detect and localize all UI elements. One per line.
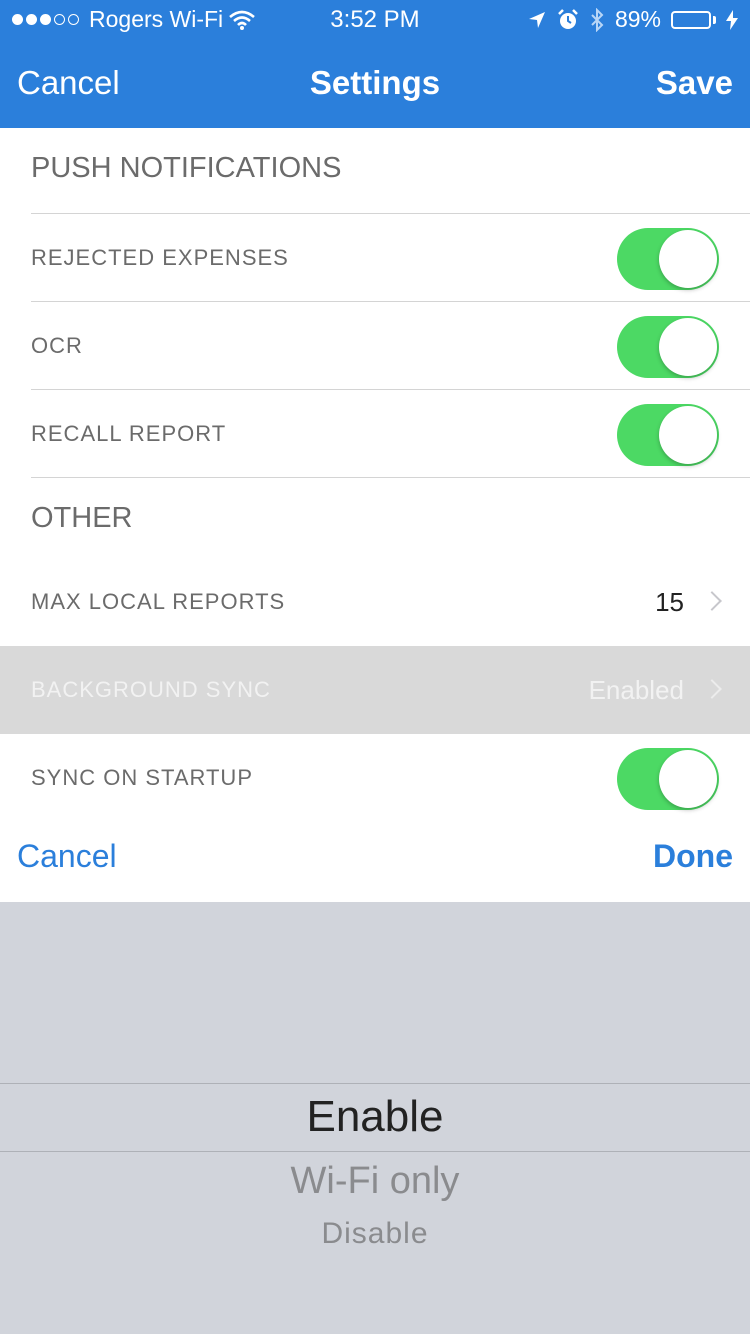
ocr-toggle[interactable] xyxy=(617,316,719,378)
sync-on-startup-toggle[interactable] xyxy=(617,748,719,810)
picker-option-wifi-only[interactable]: Wi-Fi only xyxy=(0,1160,750,1203)
max-local-reports-value: 15 xyxy=(655,587,684,617)
divider xyxy=(31,477,750,478)
alarm-clock-icon xyxy=(558,8,578,29)
header: Rogers Wi-Fi 3:52 PM 89% Cancel Settings… xyxy=(0,0,750,128)
bluetooth-icon xyxy=(591,7,604,32)
section-header-other: OTHER xyxy=(31,502,133,534)
picker-option-enable[interactable]: Enable xyxy=(0,1092,750,1142)
row-label: SYNC ON STARTUP xyxy=(31,765,253,790)
rejected-expenses-toggle[interactable] xyxy=(617,228,719,290)
cancel-button[interactable]: Cancel xyxy=(17,64,120,102)
charging-bolt-icon xyxy=(726,9,738,30)
row-recall-report: RECALL REPORT xyxy=(0,390,750,478)
background-sync-value: Enabled xyxy=(588,675,684,705)
row-label: BACKGROUND SYNC xyxy=(31,677,271,702)
status-bar: Rogers Wi-Fi 3:52 PM 89% xyxy=(0,0,750,40)
sync-option-picker[interactable]: Enable Wi-Fi only Disable xyxy=(0,902,750,1334)
row-rejected-expenses: REJECTED EXPENSES xyxy=(0,214,750,302)
picker-option-disable[interactable]: Disable xyxy=(0,1217,750,1251)
row-label: MAX LOCAL REPORTS xyxy=(31,589,286,614)
row-label: RECALL REPORT xyxy=(31,421,227,446)
battery-percent: 89% xyxy=(614,6,661,32)
row-background-sync[interactable]: BACKGROUND SYNC Enabled xyxy=(0,646,750,734)
row-label: REJECTED EXPENSES xyxy=(31,245,289,270)
picker-done-button[interactable]: Done xyxy=(653,838,733,875)
row-max-local-reports[interactable]: MAX LOCAL REPORTS 15 xyxy=(0,558,750,646)
picker-cancel-button[interactable]: Cancel xyxy=(17,838,117,875)
section-header-push-notifications: PUSH NOTIFICATIONS xyxy=(31,152,342,184)
row-ocr: OCR xyxy=(0,302,750,390)
save-button[interactable]: Save xyxy=(656,64,733,102)
picker-toolbar: Cancel Done xyxy=(0,816,750,902)
chevron-right-icon xyxy=(702,679,722,699)
battery-icon xyxy=(671,10,716,29)
chevron-right-icon xyxy=(702,591,722,611)
status-right: 89% xyxy=(527,6,738,33)
picker-selection-line xyxy=(0,1151,750,1152)
recall-report-toggle[interactable] xyxy=(617,404,719,466)
picker-selection-line xyxy=(0,1083,750,1084)
row-sync-on-startup: SYNC ON STARTUP xyxy=(0,734,750,822)
location-arrow-icon xyxy=(528,11,545,28)
row-label: OCR xyxy=(31,333,83,358)
